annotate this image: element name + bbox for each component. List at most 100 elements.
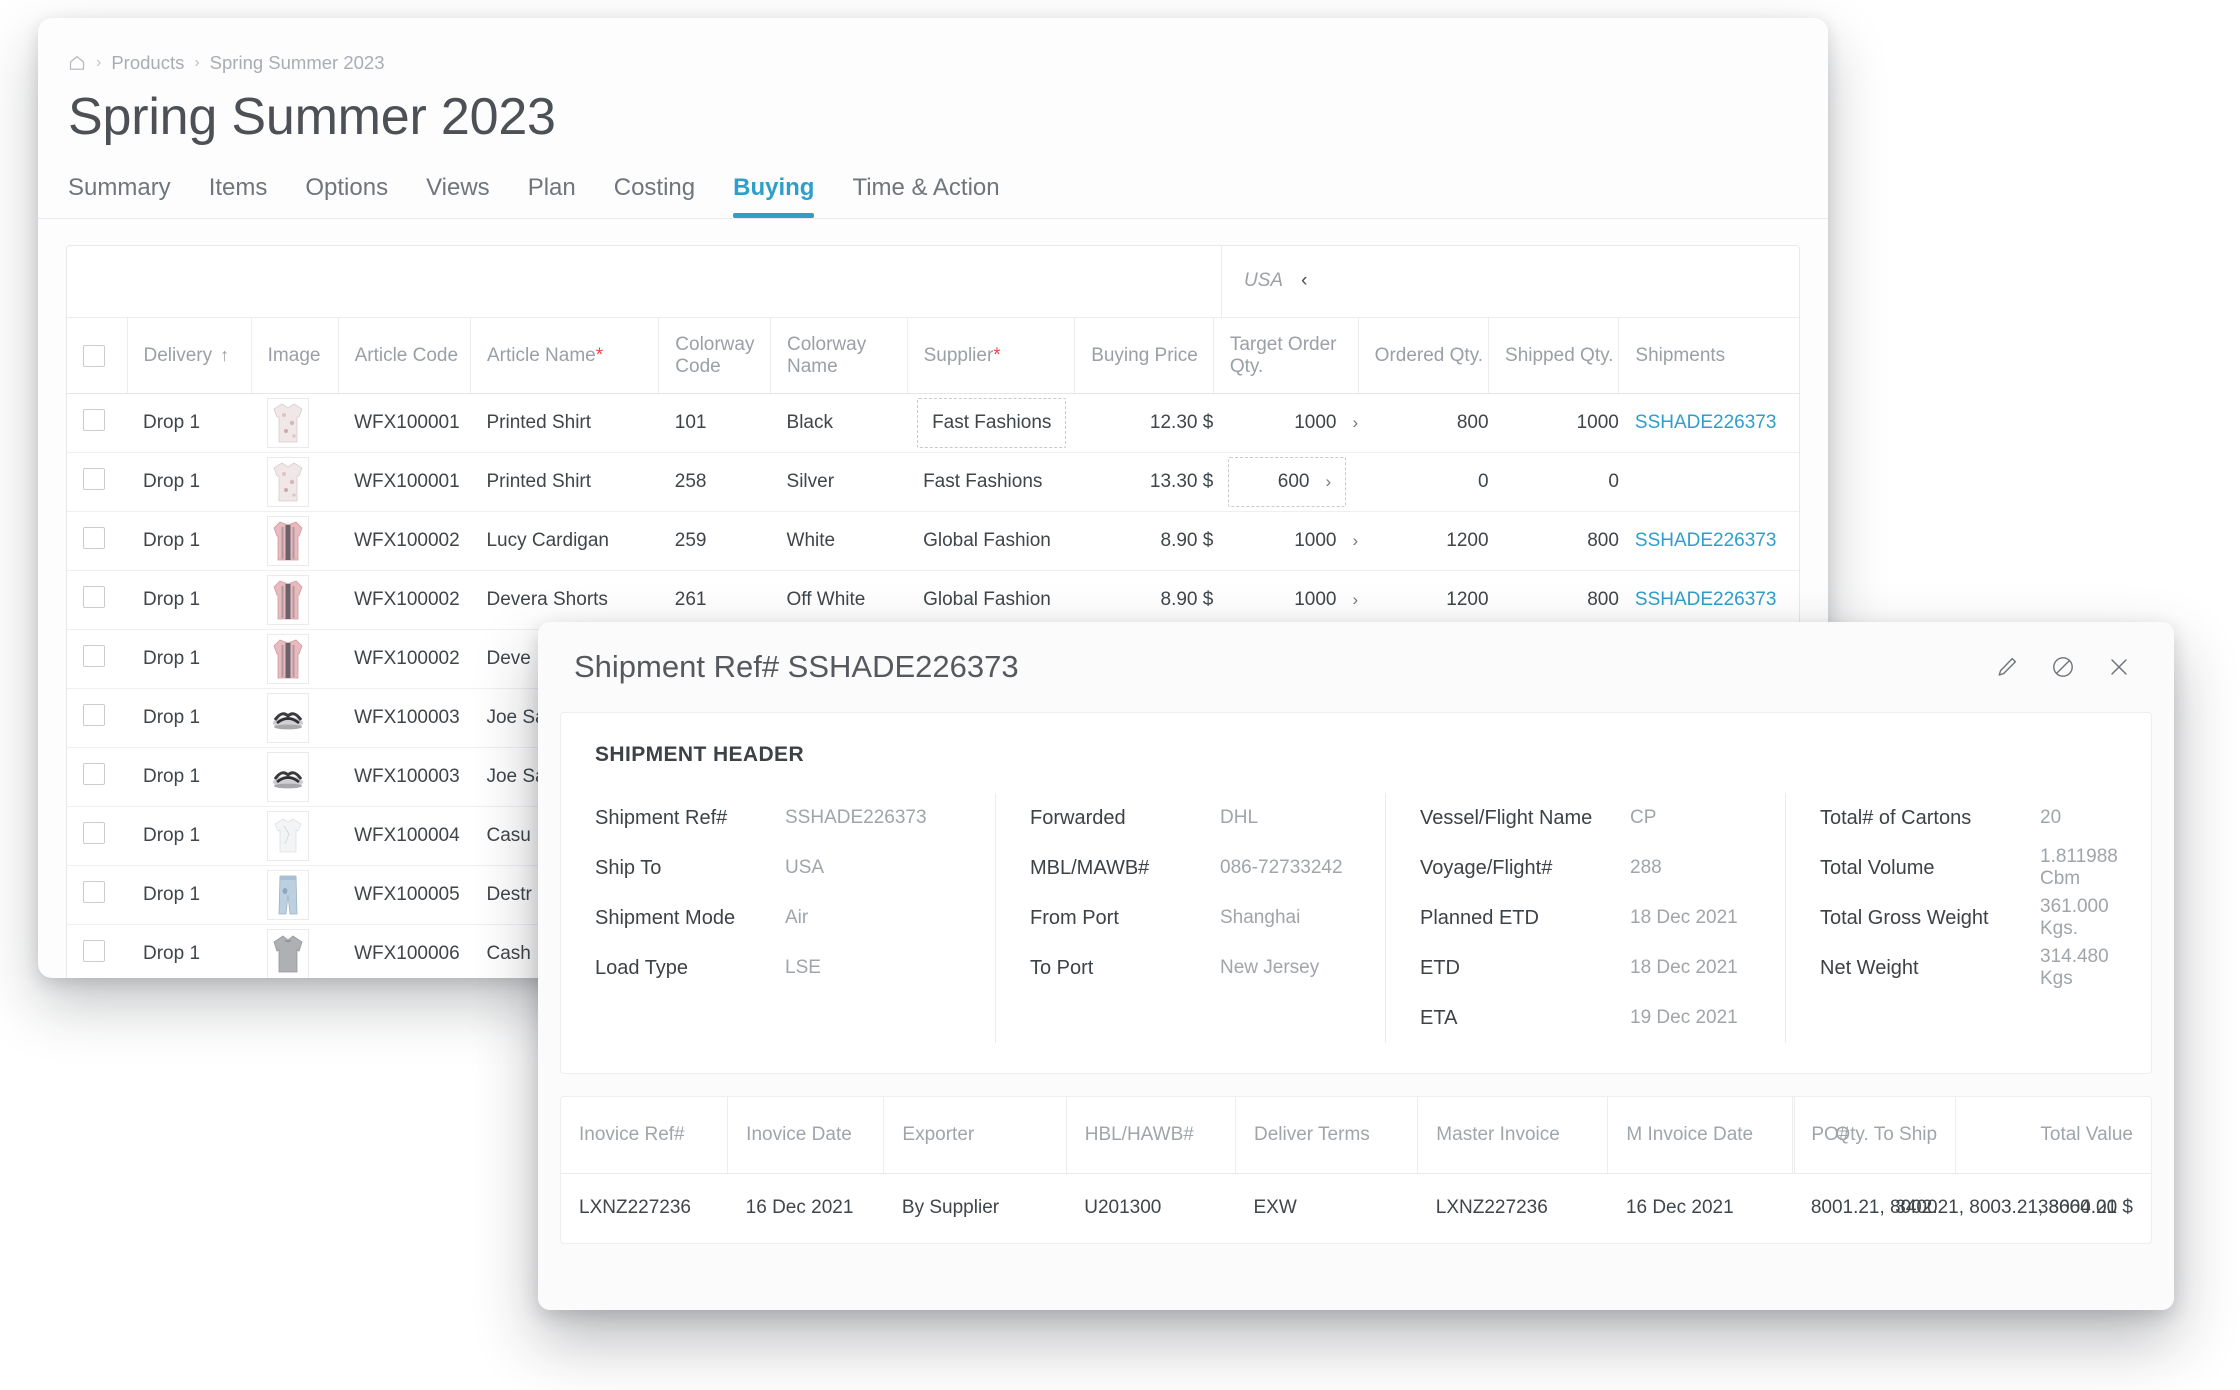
col-article-code[interactable]: Article Code	[338, 317, 471, 395]
shipment-ref-link[interactable]: SSHADE226373	[1635, 530, 1777, 551]
row-checkbox-cell[interactable]	[67, 629, 127, 690]
col-colorway-name[interactable]: Colorway Name	[770, 317, 908, 395]
row-checkbox-cell[interactable]	[67, 747, 127, 808]
row-checkbox[interactable]	[83, 527, 105, 550]
cell-colorway-code: 261	[658, 570, 771, 631]
invoice-col-10[interactable]: Total Value	[1955, 1097, 2151, 1174]
cell-article-name: Lucy Cardigan	[470, 511, 659, 572]
cell-supplier[interactable]: Fast Fashions	[907, 393, 1075, 454]
table-row[interactable]: Drop 1 WFX100002 Lucy Cardigan 259 White Glob…	[67, 511, 1799, 572]
tab-views[interactable]: Views	[426, 174, 514, 218]
row-checkbox[interactable]	[83, 586, 105, 609]
invoice-col-6[interactable]: Master Invoice	[1417, 1097, 1609, 1174]
chevron-right-icon[interactable]: ›	[1353, 590, 1359, 609]
row-checkbox[interactable]	[83, 409, 105, 432]
cell-supplier[interactable]: Global Fashion	[907, 511, 1075, 572]
invoice-col-5[interactable]: Deliver Terms	[1235, 1097, 1419, 1174]
row-checkbox[interactable]	[83, 763, 105, 786]
table-row[interactable]: Drop 1 WFX100001 Printed Shirt 258 Silver Fas…	[67, 452, 1799, 513]
col-ordered-qty[interactable]: Ordered Qty.	[1358, 317, 1490, 395]
invoice-row[interactable]: LXNZ227236 16 Dec 2021 By Supplier U201300 E…	[561, 1173, 2151, 1243]
row-checkbox-cell[interactable]	[67, 393, 127, 454]
col-image[interactable]: Image	[251, 317, 339, 395]
shipment-field: ETD 18 Dec 2021	[1420, 943, 1767, 993]
cell-image	[251, 452, 339, 513]
cell-supplier[interactable]: Global Fashion	[907, 570, 1075, 631]
cell-shipments[interactable]: SSHADE226373	[1618, 570, 1799, 631]
invoice-col-3[interactable]: Exporter	[883, 1097, 1067, 1174]
row-checkbox[interactable]	[83, 468, 105, 491]
cell-target-order-qty[interactable]: 600 ›	[1213, 452, 1359, 513]
tab-buying[interactable]: Buying	[733, 174, 838, 218]
cell-buying-price: 8.90 $	[1074, 511, 1214, 572]
chevron-right-icon[interactable]: ›	[1353, 531, 1359, 550]
table-row[interactable]: Drop 1 WFX100001 Printed Shirt 101 Black Fast…	[67, 393, 1799, 454]
tab-time-action[interactable]: Time & Action	[852, 174, 1023, 218]
tab-options[interactable]: Options	[305, 174, 412, 218]
chevron-left-icon[interactable]: ‹	[1301, 270, 1307, 292]
shipment-field: Vessel/Flight Name CP	[1420, 793, 1767, 843]
col-colorway-code[interactable]: Colorway Code	[658, 317, 772, 395]
row-checkbox[interactable]	[83, 881, 105, 904]
cell-article-code: WFX100005	[338, 865, 471, 926]
select-all-checkbox[interactable]	[83, 344, 105, 367]
sort-ascending-icon[interactable]: ↑	[220, 345, 229, 365]
cell-target-order-qty[interactable]: 1000 ›	[1213, 570, 1359, 631]
row-checkbox-cell[interactable]	[67, 924, 127, 978]
row-checkbox[interactable]	[83, 645, 105, 668]
table-row[interactable]: Drop 1 WFX100002 Devera Shorts 261 Off White…	[67, 570, 1799, 631]
chevron-right-icon[interactable]: ›	[1326, 472, 1332, 492]
cell-colorway-name: Off White	[770, 570, 908, 631]
breadcrumb-item-season[interactable]: Spring Summer 2023	[210, 52, 385, 74]
select-all-header[interactable]	[67, 317, 128, 395]
shipment-field: To Port New Jersey	[1030, 943, 1367, 993]
cell-delivery: Drop 1	[127, 570, 252, 631]
shipment-field-value: USA	[785, 857, 825, 878]
supplier-editor[interactable]: Fast Fashions	[917, 398, 1067, 449]
tab-plan[interactable]: Plan	[528, 174, 600, 218]
cell-target-order-qty[interactable]: 1000 ›	[1213, 393, 1359, 454]
col-delivery[interactable]: Delivery ↑	[127, 317, 252, 395]
shipment-ref-link[interactable]: SSHADE226373	[1635, 589, 1777, 610]
row-checkbox-cell[interactable]	[67, 688, 127, 749]
col-target-order-qty[interactable]: Target Order Qty.	[1213, 317, 1359, 395]
close-icon[interactable]	[2104, 652, 2134, 682]
row-checkbox-cell[interactable]	[67, 806, 127, 867]
invoice-col-4[interactable]: HBL/HAWB#	[1066, 1097, 1237, 1174]
cell-supplier[interactable]: Fast Fashions	[907, 452, 1075, 513]
shipment-field: Shipment Ref# SSHADE226373	[595, 793, 977, 843]
row-checkbox-cell[interactable]	[67, 452, 127, 513]
row-checkbox[interactable]	[83, 704, 105, 727]
tab-costing[interactable]: Costing	[614, 174, 719, 218]
shipment-ref-link[interactable]: SSHADE226373	[1635, 412, 1777, 433]
invoice-col-1[interactable]: Inovice Ref#	[561, 1097, 729, 1174]
target-order-qty-value: 1000	[1294, 530, 1337, 552]
invoice-col-2[interactable]: Inovice Date	[727, 1097, 885, 1174]
ship-to-filter[interactable]: USA ‹	[1221, 245, 1799, 318]
cell-shipments[interactable]: SSHADE226373	[1618, 393, 1799, 454]
col-article-name[interactable]: Article Name*	[470, 317, 660, 395]
row-checkbox-cell[interactable]	[67, 570, 127, 631]
pencil-icon[interactable]	[1992, 652, 2022, 682]
breadcrumb-item-products[interactable]: Products	[111, 52, 184, 74]
row-checkbox-cell[interactable]	[67, 511, 127, 572]
cell-shipments[interactable]: SSHADE226373	[1618, 511, 1799, 572]
row-checkbox[interactable]	[83, 822, 105, 845]
row-checkbox[interactable]	[83, 940, 105, 963]
col-buying-price[interactable]: Buying Price	[1074, 317, 1214, 395]
home-icon[interactable]	[68, 54, 86, 72]
invoice-col-7[interactable]: M Invoice Date	[1607, 1097, 1794, 1174]
col-shipments[interactable]: Shipments	[1618, 317, 1799, 395]
tab-items[interactable]: Items	[209, 174, 292, 218]
chevron-right-icon[interactable]: ›	[1353, 413, 1359, 432]
cell-colorway-name: White	[770, 511, 908, 572]
cell-shipments[interactable]	[1618, 452, 1799, 513]
target-order-qty-editor[interactable]: 600 ›	[1228, 457, 1347, 508]
circle-slash-icon[interactable]	[2048, 652, 2078, 682]
cell-target-order-qty[interactable]: 1000 ›	[1213, 511, 1359, 572]
col-supplier[interactable]: Supplier*	[907, 317, 1076, 395]
col-shipped-qty[interactable]: Shipped Qty.	[1488, 317, 1620, 395]
row-checkbox-cell[interactable]	[67, 865, 127, 926]
tab-summary[interactable]: Summary	[68, 174, 195, 218]
shipment-field-value: CP	[1630, 807, 1657, 828]
